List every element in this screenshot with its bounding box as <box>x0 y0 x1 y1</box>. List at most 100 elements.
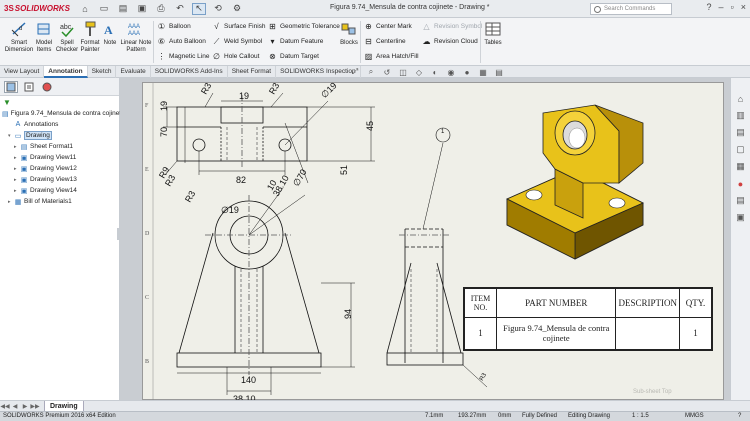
tree-item-drawing-sheet[interactable]: ▾ ▭ Drawing <box>0 130 119 141</box>
note-button[interactable]: A Note <box>102 20 118 47</box>
weld-symbol-button[interactable]: ⟋ Weld Symbol <box>212 37 262 46</box>
minimize-icon[interactable]: – <box>719 2 724 12</box>
front-view[interactable] <box>176 187 355 395</box>
tree-item-view[interactable]: ▸ ▣ Drawing View11 <box>0 152 119 163</box>
filter-icon[interactable]: ▼ <box>0 96 119 108</box>
dimension-dia19-top[interactable]: 19 <box>239 91 249 101</box>
feature-manager-tab-icon[interactable] <box>4 80 18 93</box>
solidworks-logo[interactable]: 3S SOLIDWORKS <box>0 4 78 13</box>
restore-icon[interactable]: ▫ <box>731 2 734 12</box>
hide-show-icon[interactable]: ◉ <box>446 67 456 77</box>
file-explorer-icon[interactable]: ▢ <box>734 143 747 156</box>
geometric-tolerance-button[interactable]: ⊞ Geometric Tolerance <box>268 22 340 31</box>
home-icon[interactable]: ⌂ <box>734 92 747 105</box>
dimension-dia19[interactable]: ∅19 <box>221 205 239 216</box>
display-manager-tab-icon[interactable] <box>40 81 54 93</box>
tables-button[interactable]: Tables <box>483 20 503 47</box>
balloon-button[interactable]: ① Balloon <box>157 22 191 31</box>
save-icon[interactable]: ▣ <box>135 3 149 15</box>
options-icon[interactable]: ⚙ <box>230 3 244 15</box>
appearance-icon[interactable]: ● <box>462 67 472 77</box>
help-icon[interactable]: ? <box>707 2 712 12</box>
area-hatch-button[interactable]: ▨ Area Hatch/Fill <box>364 52 419 61</box>
property-manager-tab-icon[interactable] <box>22 81 36 93</box>
bom-row[interactable]: 1 Figura 9.74_Mensula de contra cojinete… <box>464 316 712 351</box>
drawing-sheet[interactable]: FEDCB R3 19 R3 ∅19 19 70 45 R9 82 51 R3 … <box>142 80 724 400</box>
design-library-icon[interactable]: ▤ <box>734 126 747 139</box>
hole-callout-button[interactable]: ∅ Hole Callout <box>212 52 259 61</box>
view-palette-icon[interactable]: ▦ <box>734 160 747 173</box>
auto-balloon-button[interactable]: ⑥ Auto Balloon <box>157 37 206 46</box>
custom-properties-icon[interactable]: ▤ <box>734 194 747 207</box>
dimension-d70[interactable]: 70 <box>159 127 169 137</box>
tree-item-annotations[interactable]: A Annotations <box>0 119 119 130</box>
search-commands[interactable]: Search Commands <box>590 3 672 15</box>
tree-item-bom[interactable]: ▸ ▦ Bill of Materials1 <box>0 196 119 207</box>
tab-annotation[interactable]: Annotation <box>44 66 88 78</box>
status-scale[interactable]: 1 : 1.5 <box>632 413 649 419</box>
zoom-to-fit-icon[interactable]: ⤢ <box>350 67 360 77</box>
forum-icon[interactable]: ▣ <box>734 211 747 224</box>
scene-icon[interactable]: ▦ <box>478 67 488 77</box>
dimension-d51[interactable]: 51 <box>339 165 349 175</box>
open-icon[interactable]: ▤ <box>116 3 130 15</box>
smart-dimension-button[interactable]: d Smart Dimension <box>2 20 36 54</box>
tree-item-sheet-format[interactable]: ▸ ▤ Sheet Format1 <box>0 141 119 152</box>
resources-icon[interactable]: ▥ <box>734 109 747 122</box>
center-mark-button[interactable]: ⊕ Center Mark <box>364 22 412 31</box>
dimension-d82[interactable]: 82 <box>236 175 246 185</box>
centerline-button[interactable]: ⊟ Centerline <box>364 37 406 46</box>
dimension-d19[interactable]: 19 <box>159 101 169 111</box>
dimension-d140[interactable]: 140 <box>241 375 256 385</box>
surface-finish-button[interactable]: √ Surface Finish <box>212 22 265 31</box>
view-settings-icon[interactable]: ▤ <box>494 67 504 77</box>
appearances-icon[interactable]: ● <box>734 177 747 190</box>
sheet-tab-drawing[interactable]: Drawing <box>44 400 84 412</box>
datum-feature-button[interactable]: ▾ Datum Feature <box>268 37 323 46</box>
previous-view-icon[interactable]: ↺ <box>382 67 392 77</box>
sheet-tab-bar: ◀◀ ◀ ▶ ▶▶ Drawing <box>0 400 750 412</box>
tree-root-drawing[interactable]: ▤ Figura 9.74_Mensula de contra cojinete <box>0 108 125 119</box>
first-sheet-icon[interactable]: ◀◀ <box>0 403 10 410</box>
model-items-button[interactable]: Model Items <box>34 20 54 54</box>
isometric-part-view[interactable] <box>506 104 644 260</box>
datum-target-button[interactable]: ⊗ Datum Target <box>268 52 319 61</box>
last-sheet-icon[interactable]: ▶▶ <box>30 403 40 410</box>
tree-item-view[interactable]: ▸ ▣ Drawing View13 <box>0 174 119 185</box>
view-orientation-icon[interactable]: ◇ <box>414 67 424 77</box>
graphics-area[interactable]: FEDCB R3 19 R3 ∅19 19 70 45 R9 82 51 R3 … <box>120 78 730 400</box>
blocks-button[interactable]: Blocks <box>339 20 359 47</box>
tab-sketch[interactable]: Sketch <box>88 66 117 78</box>
tab-evaluate[interactable]: Evaluate <box>116 66 151 78</box>
revision-cloud-button[interactable]: ☁ Revision Cloud <box>422 37 478 46</box>
magnetic-line-button[interactable]: ⋮ Magnetic Line <box>157 52 210 61</box>
format-painter-button[interactable]: Format Painter <box>79 20 101 54</box>
revision-symbol-button[interactable]: △ Revision Symbol <box>422 22 482 31</box>
undo-icon[interactable]: ↶ <box>173 3 187 15</box>
spell-checker-button[interactable]: abc Spell Checker <box>56 20 78 54</box>
dimension-d45[interactable]: 45 <box>365 121 375 131</box>
prev-sheet-icon[interactable]: ◀ <box>10 403 20 410</box>
print-icon[interactable]: ⎙ <box>154 3 168 15</box>
zoom-area-icon[interactable]: ⌕ <box>366 67 376 77</box>
home-icon[interactable]: ⌂ <box>78 3 92 15</box>
select-icon[interactable]: ↖ <box>192 2 206 15</box>
rebuild-icon[interactable]: ⟲ <box>211 3 225 15</box>
tab-solidworks-inspection[interactable]: SOLIDWORKS Inspection <box>276 66 361 78</box>
section-view-icon[interactable]: ◫ <box>398 67 408 77</box>
linear-note-pattern-button[interactable]: AAA AAA Linear Note Pattern <box>120 20 152 54</box>
tab-view-layout[interactable]: View Layout <box>0 66 45 78</box>
new-icon[interactable]: ▭ <box>97 3 111 15</box>
tab-solidworks-add-ins[interactable]: SOLIDWORKS Add-Ins <box>151 66 228 78</box>
display-style-icon[interactable]: ◐ <box>430 67 440 77</box>
tree-item-view[interactable]: ▸ ▣ Drawing View14 <box>0 185 119 196</box>
status-units[interactable]: MMGS <box>685 413 704 419</box>
bill-of-materials-table[interactable]: ITEM NO. PART NUMBER DESCRIPTION QTY. 1 … <box>463 287 713 351</box>
dimension-d94[interactable]: 94 <box>343 309 353 319</box>
next-sheet-icon[interactable]: ▶ <box>20 403 30 410</box>
dimension-balloon[interactable]: 1 <box>441 129 444 135</box>
status-help-icon[interactable]: ? <box>738 413 741 419</box>
tab-sheet-format[interactable]: Sheet Format <box>228 66 277 78</box>
tree-item-view[interactable]: ▸ ▣ Drawing View12 <box>0 163 119 174</box>
close-icon[interactable]: × <box>741 2 746 12</box>
